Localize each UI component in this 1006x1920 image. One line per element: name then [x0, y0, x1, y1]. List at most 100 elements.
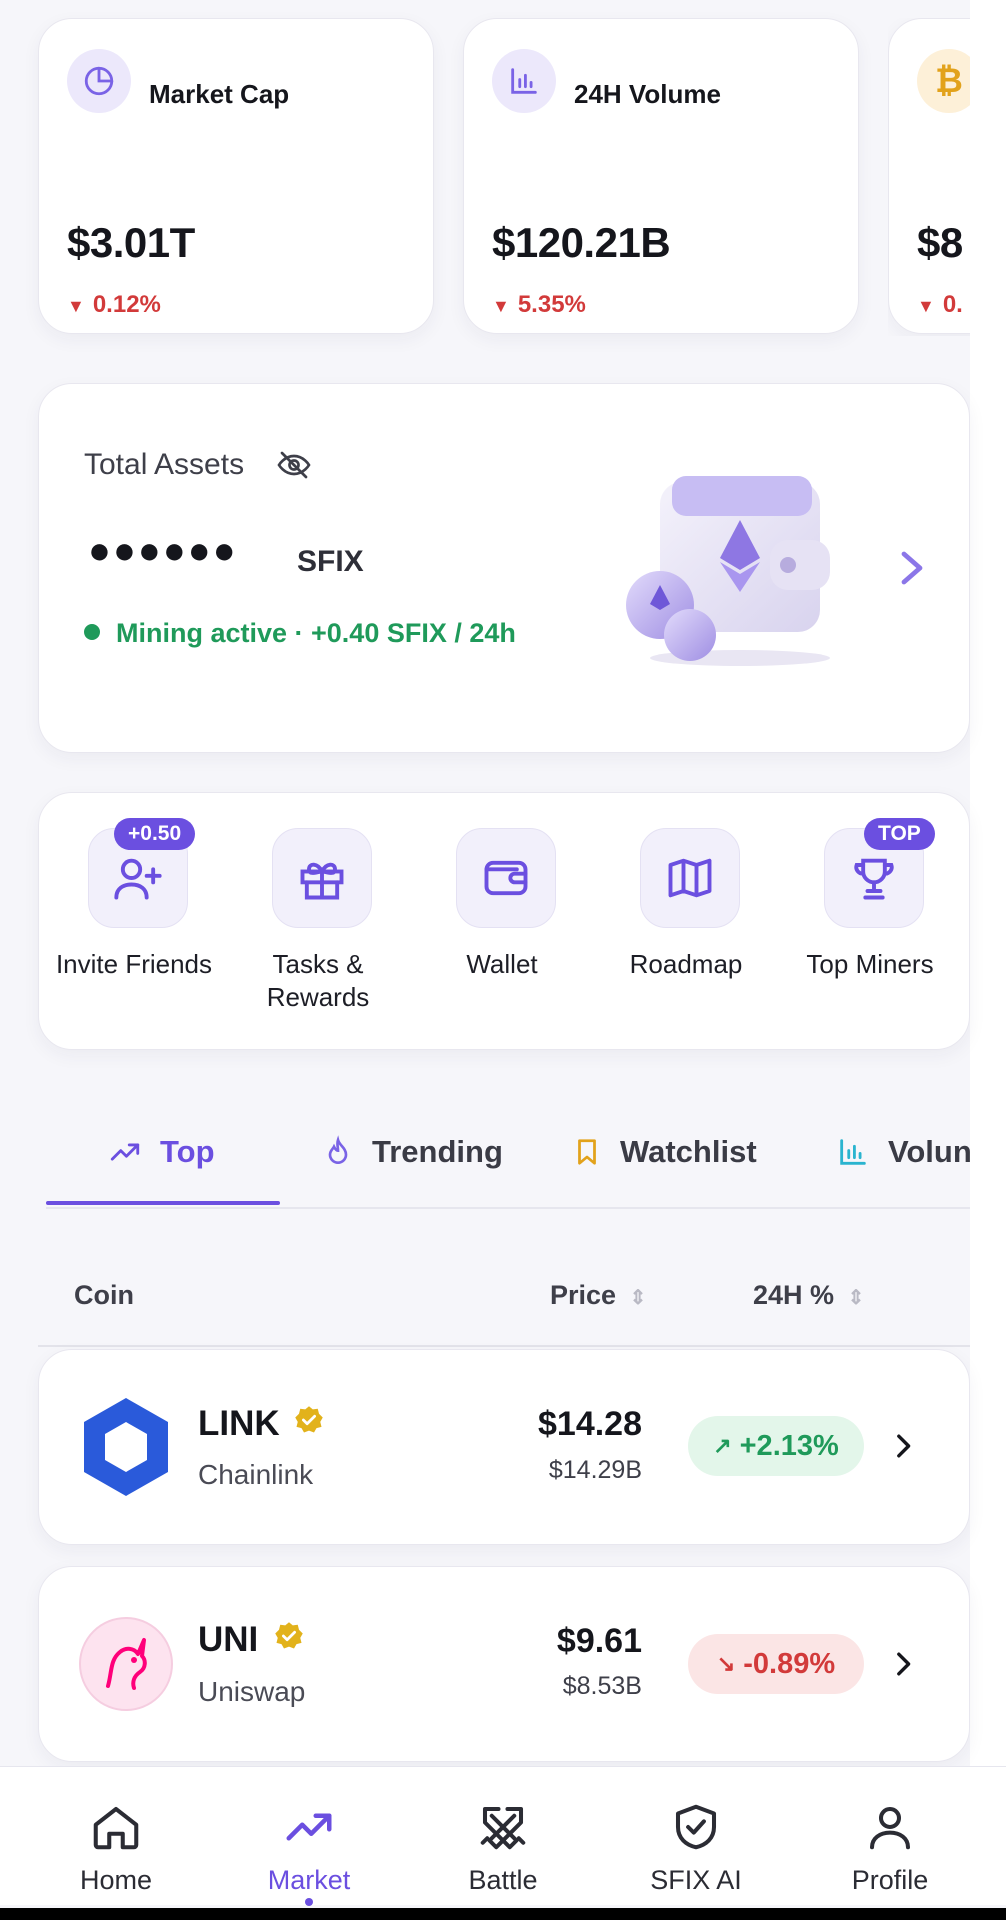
crossed-swords-icon [480, 1806, 526, 1850]
column-24h-change[interactable]: 24H % ⇕ [753, 1280, 864, 1311]
tab-label: Watchlist [620, 1134, 757, 1169]
stat-value: $8 [917, 219, 963, 266]
tab-trending[interactable]: Trending [322, 1134, 503, 1170]
action-label: Tasks & Rewards [266, 949, 370, 1012]
nav-label: Market [267, 1865, 351, 1895]
map-icon [640, 828, 740, 928]
change-pill-up: ↗ +2.13% [688, 1416, 864, 1476]
gift-icon [272, 828, 372, 928]
column-change-label: 24H % [753, 1280, 835, 1310]
action-label: Invite Friends [55, 949, 213, 979]
nav-profile[interactable]: Profile [810, 1800, 970, 1896]
bitcoin-icon: ₿ [917, 49, 970, 113]
stat-change: ▼ 5.35% [492, 291, 586, 319]
stat-change-value: 0. [942, 291, 963, 318]
system-bottom-bar [0, 1908, 1006, 1920]
flame-icon [328, 1135, 348, 1164]
stat-card-btc[interactable]: ₿ $8 ▼ 0. [888, 18, 970, 334]
stat-change-value: 5.35% [517, 291, 586, 318]
top-badge: TOP [864, 818, 935, 850]
eye-off-icon[interactable] [276, 447, 312, 488]
tab-watchlist[interactable]: Watchlist [572, 1134, 757, 1170]
stat-change: ▼ 0.12% [67, 291, 161, 319]
verified-badge-icon [274, 1621, 304, 1656]
bar-chart-icon [840, 1139, 866, 1165]
coin-name: Uniswap [198, 1676, 306, 1707]
arrow-down-right-icon: ↘ [716, 1651, 736, 1676]
nav-sfix-ai[interactable]: SFIX AI [616, 1800, 776, 1896]
coin-market-cap: $8.53B [562, 1672, 642, 1700]
tab-volume[interactable]: Volun [836, 1134, 970, 1170]
bookmark-icon [578, 1139, 596, 1165]
stat-value: $3.01T [67, 219, 195, 266]
mining-status: Mining active · +0.40 SFIX / 24h [84, 618, 516, 649]
down-triangle-icon: ▼ [492, 296, 510, 316]
active-tab-indicator [46, 1201, 280, 1205]
balance-unit: SFIX [297, 545, 364, 578]
coin-name: Chainlink [198, 1459, 314, 1490]
reward-badge: +0.50 [114, 818, 196, 850]
tab-top[interactable]: Top [108, 1134, 215, 1170]
nav-home[interactable]: Home [36, 1800, 196, 1896]
tab-label: Trending [372, 1134, 503, 1169]
right-edge [970, 0, 1006, 1766]
shield-check-icon [675, 1804, 717, 1850]
action-label: Wallet [466, 949, 538, 979]
tab-label: Top [160, 1134, 215, 1169]
home-icon [93, 1806, 139, 1850]
nav-label: Profile [851, 1865, 929, 1895]
coin-symbol: LINK [198, 1404, 280, 1443]
chevron-right-icon[interactable] [898, 548, 926, 593]
bar-chart-icon [492, 49, 556, 113]
masked-balance: ●●●●●● [88, 530, 238, 572]
nav-market[interactable]: Market [229, 1800, 389, 1896]
stat-change: ▼ 0. [917, 291, 963, 319]
market-tabs: Top Trending Watchlist Volun [46, 1120, 970, 1180]
pie-chart-icon [67, 49, 131, 113]
coin-change: -0.89% [743, 1647, 836, 1680]
down-triangle-icon: ▼ [917, 296, 935, 316]
chevron-right-icon[interactable] [894, 1650, 912, 1683]
action-label: Top Miners [806, 949, 934, 979]
chevron-right-icon[interactable] [894, 1432, 912, 1465]
stat-change-value: 0.12% [92, 291, 161, 318]
tabs-divider [46, 1207, 970, 1209]
nav-battle[interactable]: Battle [423, 1800, 583, 1896]
uniswap-logo-icon [78, 1616, 174, 1717]
stat-card-partial-wrapper: ₿ $8 ▼ 0. [888, 18, 970, 336]
action-label: Roadmap [629, 949, 743, 979]
arrow-up-right-icon: ↗ [713, 1433, 732, 1458]
sort-icon: ⇕ [847, 1287, 865, 1309]
nav-label: Home [79, 1865, 153, 1895]
stat-card-24h-volume[interactable]: 24H Volume $120.21B ▼ 5.35% [463, 18, 859, 334]
stat-value: $120.21B [492, 219, 671, 266]
trending-up-icon [286, 1813, 332, 1841]
column-price-label: Price [550, 1280, 617, 1310]
stat-label: Market Cap [149, 79, 290, 109]
tab-label: Volun [888, 1134, 970, 1169]
coin-price: $14.28 [538, 1405, 642, 1443]
user-icon [869, 1806, 911, 1850]
mining-status-text: Mining active · +0.40 SFIX / 24h [116, 618, 516, 648]
coin-price: $9.61 [556, 1622, 642, 1660]
wallet-illustration [620, 470, 840, 675]
nav-label: Battle [468, 1865, 538, 1895]
column-price[interactable]: Price ⇕ [550, 1280, 646, 1311]
coin-symbol: UNI [198, 1620, 259, 1659]
table-header-divider [38, 1345, 970, 1347]
active-nav-indicator [305, 1898, 313, 1906]
sort-icon: ⇕ [629, 1287, 647, 1309]
wallet-icon [456, 828, 556, 928]
column-coin[interactable]: Coin [74, 1280, 134, 1311]
down-triangle-icon: ▼ [67, 296, 85, 316]
stat-label: 24H Volume [574, 79, 721, 109]
coin-market-cap: $14.29B [548, 1456, 642, 1484]
status-dot [84, 624, 100, 640]
verified-badge-icon [294, 1405, 324, 1440]
stat-card-market-cap[interactable]: Market Cap $3.01T ▼ 0.12% [38, 18, 434, 334]
trending-up-icon [110, 1143, 140, 1161]
change-pill-down: ↘ -0.89% [688, 1634, 864, 1694]
total-assets-title: Total Assets [84, 448, 245, 481]
coin-change: +2.13% [739, 1429, 839, 1462]
nav-label: SFIX AI [650, 1865, 742, 1895]
